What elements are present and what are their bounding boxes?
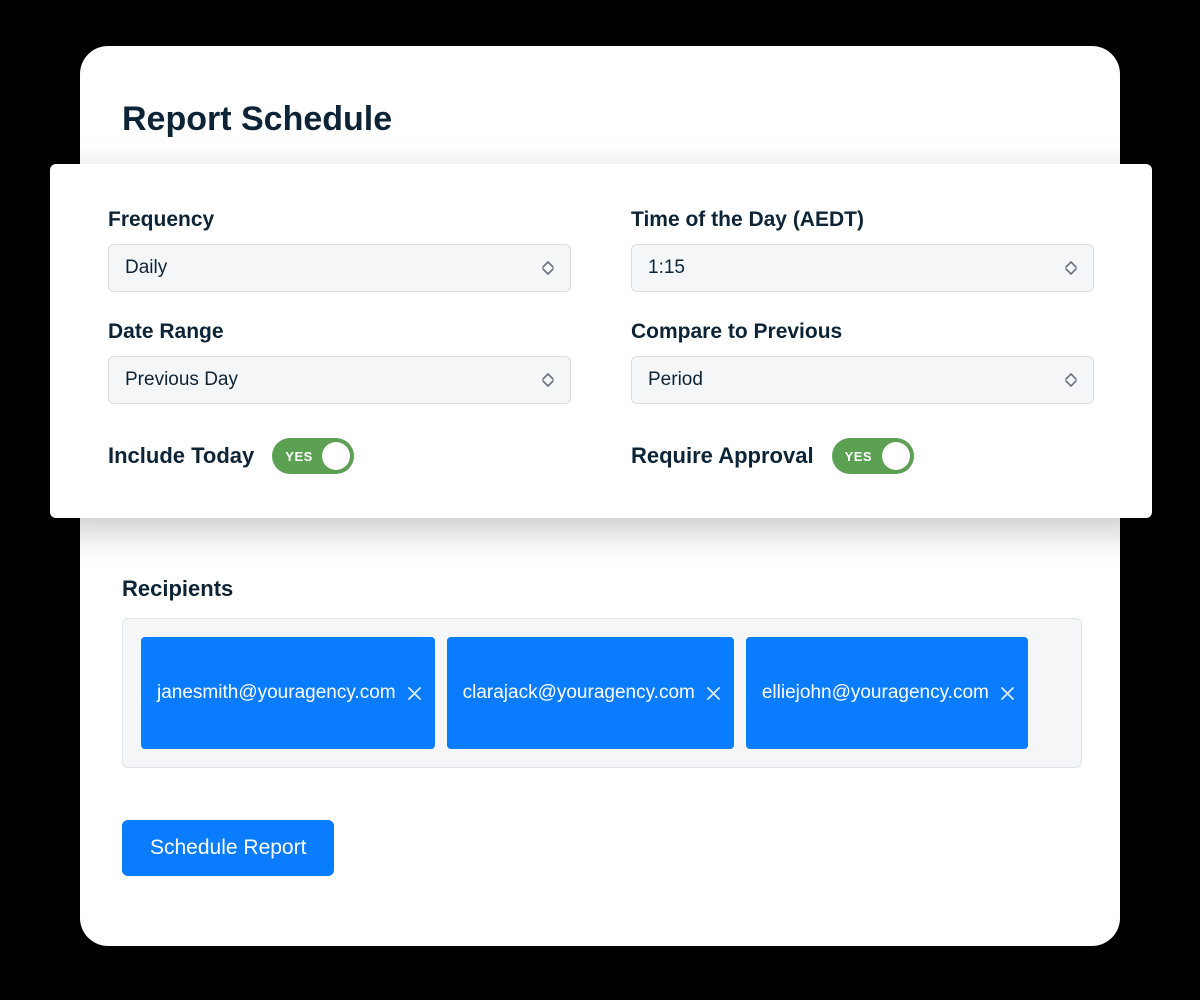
toggle-knob (882, 442, 910, 470)
time-of-day-select[interactable]: 1:15 (631, 244, 1094, 292)
chevron-updown-icon (542, 373, 554, 387)
close-icon[interactable] (707, 687, 720, 700)
frequency-value: Daily (125, 257, 167, 279)
page-title: Report Schedule (122, 100, 392, 139)
toggle-knob (322, 442, 350, 470)
date-range-select[interactable]: Previous Day (108, 356, 571, 404)
recipient-chip: janesmith@youragency.com (141, 637, 435, 749)
frequency-label: Frequency (108, 208, 571, 232)
include-today-label: Include Today (108, 443, 254, 469)
settings-card: Frequency Daily Time of the Day (AEDT) 1… (50, 164, 1152, 518)
include-today-row: Include Today YES (108, 438, 571, 474)
date-range-value: Previous Day (125, 369, 238, 391)
date-range-label: Date Range (108, 320, 571, 344)
require-approval-toggle[interactable]: YES (832, 438, 914, 474)
close-icon[interactable] (1001, 687, 1014, 700)
chevron-updown-icon (1065, 261, 1077, 275)
include-today-toggle[interactable]: YES (272, 438, 354, 474)
toggle-state-text: YES (845, 449, 873, 464)
compare-select[interactable]: Period (631, 356, 1094, 404)
require-approval-row: Require Approval YES (631, 438, 1094, 474)
close-icon[interactable] (408, 687, 421, 700)
compare-field: Compare to Previous Period (631, 320, 1094, 404)
recipient-email: elliejohn@youragency.com (762, 682, 989, 704)
require-approval-label: Require Approval (631, 443, 814, 469)
compare-value: Period (648, 369, 703, 391)
time-of-day-field: Time of the Day (AEDT) 1:15 (631, 208, 1094, 292)
toggle-state-text: YES (285, 449, 313, 464)
recipient-email: janesmith@youragency.com (157, 682, 396, 704)
recipients-block: Recipients janesmith@youragency.com clar… (122, 576, 1082, 768)
chevron-updown-icon (1065, 373, 1077, 387)
schedule-report-button[interactable]: Schedule Report (122, 820, 334, 876)
compare-label: Compare to Previous (631, 320, 1094, 344)
frequency-select[interactable]: Daily (108, 244, 571, 292)
recipients-label: Recipients (122, 576, 1082, 602)
recipients-input[interactable]: janesmith@youragency.com clarajack@youra… (122, 618, 1082, 768)
recipient-email: clarajack@youragency.com (463, 682, 695, 704)
time-of-day-value: 1:15 (648, 257, 685, 279)
recipient-chip: clarajack@youragency.com (447, 637, 734, 749)
chevron-updown-icon (542, 261, 554, 275)
frequency-field: Frequency Daily (108, 208, 571, 292)
recipient-chip: elliejohn@youragency.com (746, 637, 1028, 749)
time-of-day-label: Time of the Day (AEDT) (631, 208, 1094, 232)
date-range-field: Date Range Previous Day (108, 320, 571, 404)
